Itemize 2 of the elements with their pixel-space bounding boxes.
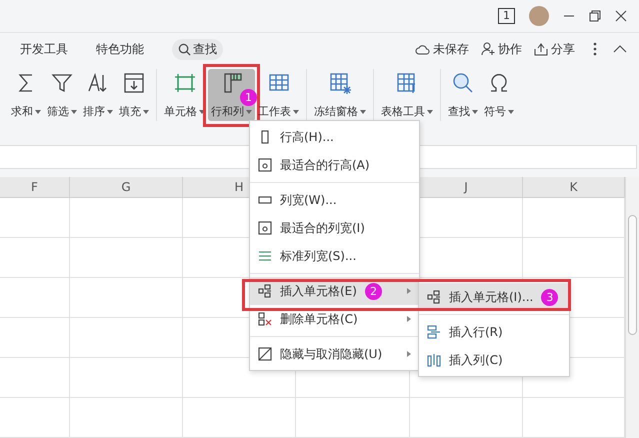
step-badge: 2 <box>364 282 382 300</box>
step-badge: 3 <box>541 288 558 306</box>
